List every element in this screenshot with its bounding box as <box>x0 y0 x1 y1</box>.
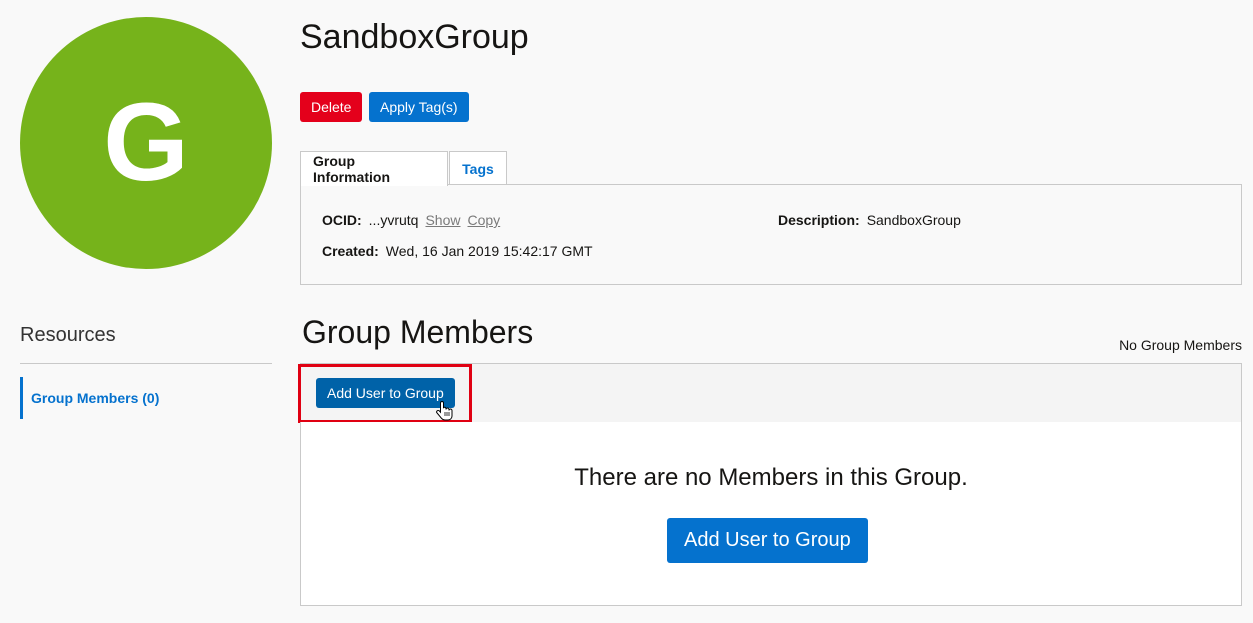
sidebar-item-label: Group Members (0) <box>31 390 160 406</box>
apply-tags-button[interactable]: Apply Tag(s) <box>369 92 469 122</box>
description-label: Description: <box>778 212 860 228</box>
group-details-page: G Resources Group Members (0) SandboxGro… <box>0 0 1253 623</box>
group-avatar: G <box>20 17 272 269</box>
delete-button[interactable]: Delete <box>300 92 363 122</box>
ocid-value: ...yvrutq <box>368 212 419 228</box>
members-empty-state: There are no Members in this Group. Add … <box>300 422 1242 606</box>
show-ocid-link[interactable]: Show <box>425 212 460 228</box>
copy-ocid-link[interactable]: Copy <box>468 212 501 228</box>
tab-label: Group Information <box>313 153 390 185</box>
created-value: Wed, 16 Jan 2019 15:42:17 GMT <box>385 243 593 259</box>
avatar-letter: G <box>103 81 189 204</box>
ocid-label: OCID: <box>322 212 362 228</box>
empty-state-message: There are no Members in this Group. <box>574 464 968 491</box>
created-label: Created: <box>322 243 379 259</box>
description-row: Description: SandboxGroup <box>778 212 961 228</box>
sidebar-item-group-members[interactable]: Group Members (0) <box>20 377 260 419</box>
resources-heading: Resources <box>20 324 116 346</box>
resources-divider <box>20 363 272 364</box>
group-members-heading: Group Members <box>302 314 534 350</box>
tab-group-information[interactable]: Group Information <box>300 151 448 186</box>
member-count-text: No Group Members <box>1119 337 1242 353</box>
tab-tags[interactable]: Tags <box>449 151 507 185</box>
created-row: Created: Wed, 16 Jan 2019 15:42:17 GMT <box>322 243 593 259</box>
page-title: SandboxGroup <box>300 18 529 56</box>
hand-pointer-icon <box>436 400 453 421</box>
description-value: SandboxGroup <box>866 212 961 228</box>
tab-label: Tags <box>462 160 494 177</box>
empty-state-add-user-button[interactable]: Add User to Group <box>667 518 868 563</box>
ocid-row: OCID: ...yvrutq Show Copy <box>322 212 500 228</box>
group-information-panel: OCID: ...yvrutq Show Copy Created: Wed, … <box>300 184 1242 285</box>
